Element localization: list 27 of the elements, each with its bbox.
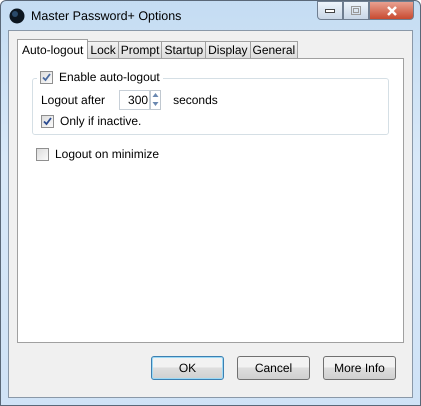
dialog-button[interactable]: More Info [323,356,396,380]
tab[interactable]: Startup [161,41,206,58]
close-icon [386,6,398,16]
maximize-icon [351,6,361,15]
checkbox-label: Logout on minimize [55,147,160,161]
checkbox-label: Only if inactive. [60,114,142,128]
window-title: Master Password+ Options [31,8,182,22]
checkbox[interactable] [40,70,53,84]
minimize-icon [325,8,335,12]
checkbox-label: Enable auto-logout [59,70,160,84]
app-icon [9,8,25,24]
tab[interactable]: Display [205,41,250,58]
tab[interactable]: Auto-logout [17,39,88,59]
field-label: Logout after [41,93,106,107]
number-field[interactable]: 300 [119,90,150,110]
tab[interactable]: Lock [87,41,119,58]
close-button[interactable] [369,1,414,20]
tab[interactable]: Prompt [118,41,162,58]
spin-buttons[interactable] [150,90,162,110]
dialog-button[interactable]: OK [151,356,224,380]
dialog-button[interactable]: Cancel [237,356,310,380]
checkbox[interactable] [36,148,49,160]
checkbox[interactable] [41,114,54,128]
tab[interactable]: General [250,41,298,58]
maximize-button[interactable] [343,1,369,20]
minimize-button[interactable] [317,1,343,20]
unit-label: seconds [173,93,218,107]
